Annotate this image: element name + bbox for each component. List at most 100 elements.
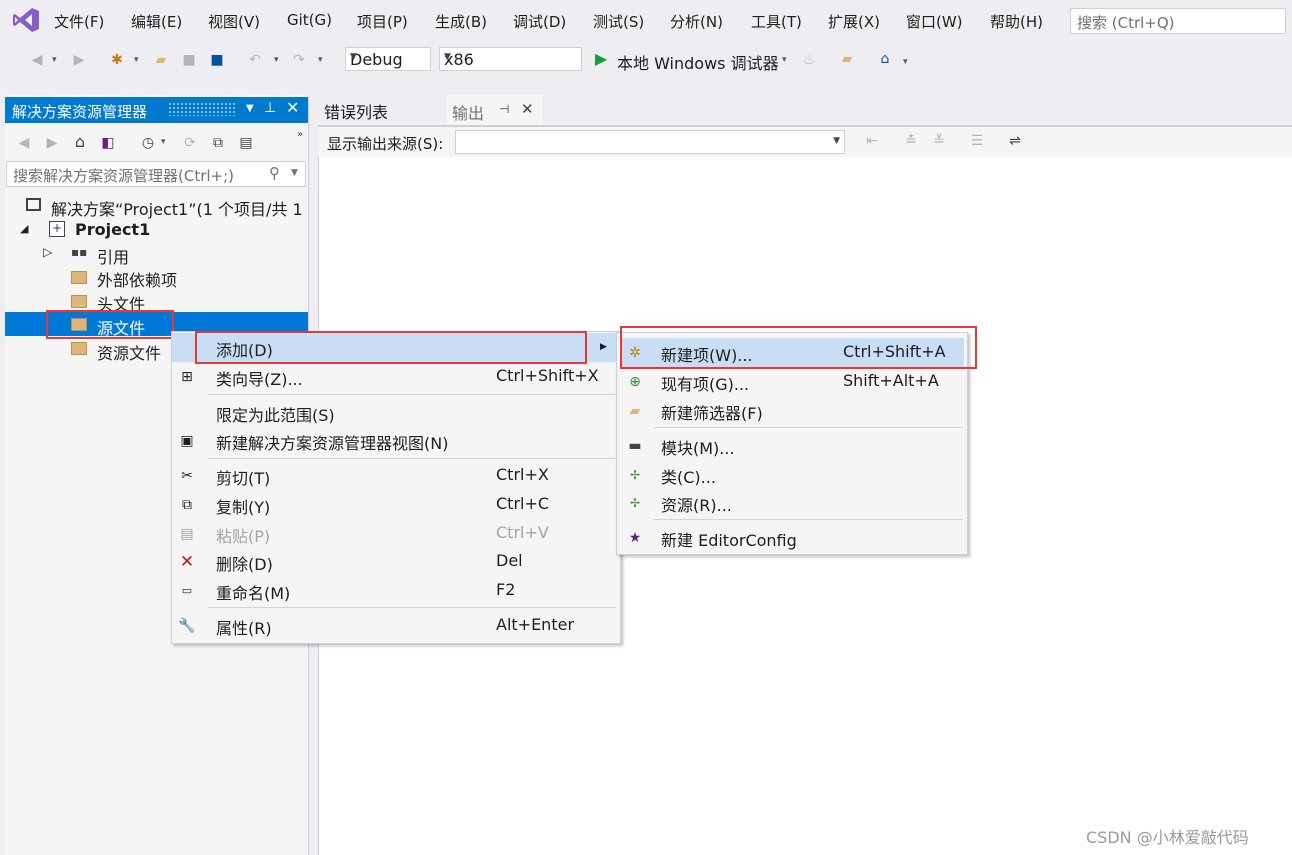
switch-views-icon[interactable]: ◧ [99, 134, 117, 152]
new-project-dropdown-icon[interactable]: ▾ [134, 55, 139, 65]
standard-toolbar: ◀ ▾ ▶ ✱ ▾ ▰ ■ ■ ↶ ▾ ↷ ▾ Debug ▼ x86 ▼ ▶ … [0, 42, 1292, 80]
close-tab-icon[interactable]: ✕ [521, 100, 534, 118]
menu-item-existing-item-label: 现有项(G)... [661, 375, 750, 394]
show-all-files-icon[interactable]: ▤ [237, 134, 255, 152]
hot-reload-icon[interactable]: ♨ [800, 51, 818, 69]
undo-icon[interactable]: ↶ [246, 51, 264, 69]
clear-all-icon[interactable]: ☰ [968, 132, 986, 150]
tree-item-references[interactable]: 引用 [97, 244, 129, 268]
tree-item-external-deps[interactable]: 外部依赖项 [97, 267, 177, 291]
menu-file[interactable]: 文件(F) [54, 11, 104, 32]
save-icon[interactable]: ■ [180, 51, 198, 69]
menu-git[interactable]: Git(G) [287, 11, 332, 29]
menu-item-cut[interactable]: ✂ 剪切(T) Ctrl+X [172, 461, 620, 490]
search-icon[interactable]: ⚲ [269, 164, 280, 182]
filter-dropdown-icon[interactable]: ▾ [161, 137, 166, 147]
back-icon[interactable]: ◀ [15, 134, 33, 152]
menu-help[interactable]: 帮助(H) [990, 11, 1043, 32]
menu-view[interactable]: 视图(V) [208, 11, 260, 32]
menu-item-existing-item[interactable]: ⊕ 现有项(G)... Shift+Alt+A [617, 367, 967, 396]
next-message-icon[interactable]: ≚ [930, 132, 948, 150]
start-debugging-icon[interactable]: ▶ [592, 50, 610, 68]
menu-window[interactable]: 窗口(W) [906, 11, 963, 32]
undo-dropdown-icon[interactable]: ▾ [274, 55, 279, 65]
toggle-word-wrap-icon[interactable]: ⇌ [1006, 132, 1024, 150]
menu-item-class-wizard[interactable]: ⊞ 类向导(Z)... Ctrl+Shift+X [172, 362, 620, 391]
solution-search-input[interactable]: 搜索解决方案资源管理器(Ctrl+;) ⚲ ▼ [6, 161, 306, 187]
menu-tools[interactable]: 工具(T) [751, 11, 802, 32]
platform-select[interactable]: x86 ▼ [439, 47, 582, 71]
pending-changes-filter-icon[interactable]: ◷ [139, 134, 157, 152]
collapse-all-icon[interactable]: ⧉ [209, 134, 227, 152]
existing-item-shortcut: Shift+Alt+A [843, 371, 939, 390]
tree-item-solution[interactable]: 解决方案“Project1”(1 个项目/共 1 个 [51, 196, 308, 220]
menu-debug[interactable]: 调试(D) [513, 11, 566, 32]
redo-dropdown-icon[interactable]: ▾ [318, 55, 323, 65]
navigate-back-icon[interactable]: ◀ [28, 51, 46, 69]
solution-search-placeholder: 搜索解决方案资源管理器(Ctrl+;) [13, 167, 235, 185]
menu-item-scope[interactable]: 限定为此范围(S) [172, 398, 620, 427]
tree-item-resource-files[interactable]: 资源文件 [97, 340, 161, 364]
existing-item-icon: ⊕ [629, 374, 641, 390]
toolbar-overflow-icon[interactable]: » [291, 126, 309, 144]
menu-test[interactable]: 测试(S) [593, 11, 644, 32]
collapsed-arrow-icon[interactable]: ▷ [43, 245, 52, 259]
menu-item-properties[interactable]: 🔧 属性(R) Alt+Enter [172, 611, 620, 640]
menu-item-module[interactable]: ▬ 模块(M)... [617, 431, 967, 460]
menu-build[interactable]: 生成(B) [435, 11, 487, 32]
forward-icon[interactable]: ▶ [43, 134, 61, 152]
tab-error-list[interactable]: 错误列表 [324, 99, 388, 123]
menu-item-new-view[interactable]: ▣ 新建解决方案资源管理器视图(N) [172, 426, 620, 455]
rename-shortcut: F2 [496, 580, 516, 599]
menu-item-copy[interactable]: ⧉ 复制(Y) Ctrl+C [172, 490, 620, 519]
back-dropdown-icon[interactable]: ▾ [52, 55, 57, 65]
menu-item-new-filter[interactable]: ▰ 新建筛选器(F) [617, 396, 967, 425]
solution-explorer-titlebar[interactable]: 解决方案资源管理器 ▼ ⊥ ✕ [5, 97, 308, 123]
menu-item-rename[interactable]: ▭ 重命名(M) F2 [172, 576, 620, 605]
toolbar-options-icon[interactable]: ▾ [903, 57, 908, 67]
navigate-forward-icon[interactable]: ▶ [70, 51, 88, 69]
window-menu-dropdown-icon[interactable]: ▼ [246, 103, 254, 114]
expanded-arrow-icon[interactable]: ◢ [20, 222, 28, 235]
menu-analyze[interactable]: 分析(N) [670, 11, 723, 32]
run-target-label[interactable]: 本地 Windows 调试器 [617, 50, 779, 74]
save-all-icon[interactable]: ■ [208, 51, 226, 69]
menu-item-resource-label: 资源(R)... [661, 496, 732, 515]
browser-home-icon[interactable]: ⌂ [876, 50, 894, 68]
menu-project[interactable]: 项目(P) [357, 11, 408, 32]
menu-edit[interactable]: 编辑(E) [131, 11, 182, 32]
open-file-icon[interactable]: ▰ [152, 51, 170, 69]
find-message-icon[interactable]: ⇤ [863, 132, 881, 150]
submenu-arrow-icon: ▶ [600, 342, 607, 352]
search-options-dropdown-icon[interactable]: ▼ [291, 168, 298, 178]
menu-item-properties-label: 属性(R) [216, 619, 272, 638]
menu-item-resource[interactable]: ✢ 资源(R)... [617, 488, 967, 517]
find-in-files-icon[interactable]: ▰ [838, 50, 856, 68]
pin-icon[interactable]: ⊣ [499, 102, 509, 116]
configuration-select[interactable]: Debug ▼ [345, 47, 431, 71]
menu-separator [208, 394, 616, 395]
menu-separator [208, 607, 616, 608]
run-target-dropdown-icon[interactable]: ▾ [782, 55, 787, 65]
pin-icon[interactable]: ⊥ [264, 100, 276, 116]
home-icon[interactable]: ⌂ [71, 133, 89, 151]
editorconfig-icon: ★ [628, 530, 642, 546]
close-icon[interactable]: ✕ [286, 98, 299, 117]
tree-item-project[interactable]: Project1 [75, 220, 150, 239]
tab-output[interactable]: 输出 ⊣ ✕ [447, 95, 543, 125]
menu-item-copy-label: 复制(Y) [216, 498, 271, 517]
menu-item-class-wizard-label: 类向导(Z)... [216, 370, 303, 389]
sync-icon[interactable]: ⟳ [181, 134, 199, 152]
resource-icon: ✢ [629, 496, 641, 510]
output-source-select[interactable]: ▼ [455, 130, 845, 154]
menu-item-editorconfig[interactable]: ★ 新建 EditorConfig [617, 523, 967, 552]
menu-separator [653, 427, 963, 428]
menu-item-delete[interactable]: ✕ 删除(D) Del [172, 547, 620, 576]
visual-studio-logo-icon[interactable] [12, 6, 40, 34]
redo-icon[interactable]: ↷ [290, 51, 308, 69]
global-search-input[interactable]: 搜索 (Ctrl+Q) [1070, 8, 1286, 34]
menu-item-class[interactable]: ✢ 类(C)... [617, 460, 967, 489]
menu-extensions[interactable]: 扩展(X) [828, 11, 880, 32]
new-project-icon[interactable]: ✱ [108, 51, 126, 69]
previous-message-icon[interactable]: ≛ [902, 132, 920, 150]
